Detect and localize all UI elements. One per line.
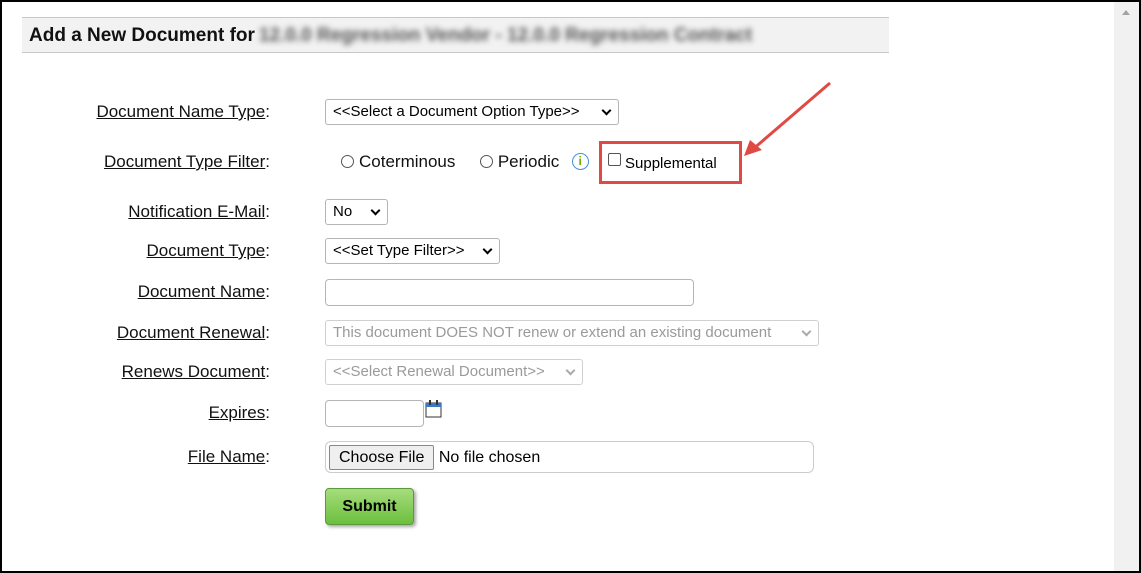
select-value: This document DOES NOT renew or extend a… xyxy=(333,324,772,341)
label-notification: Notification E-Mail xyxy=(128,202,266,221)
label-renewal: Document Renewal xyxy=(116,323,266,342)
row-expires: Expires: xyxy=(0,400,1100,427)
choose-file-button[interactable]: Choose File xyxy=(329,445,435,470)
info-icon[interactable]: i xyxy=(571,153,589,170)
type-filter-options: Coterminous Periodic i xyxy=(341,149,589,176)
notification-select[interactable]: No xyxy=(325,199,388,225)
row-renews: Renews Document: <<Select Renewal Docume… xyxy=(0,359,1100,385)
chevron-down-icon xyxy=(601,105,612,116)
label-file: File Name xyxy=(187,447,266,466)
page-header: Add a New Document for 12.0.0 Regression … xyxy=(22,17,889,53)
file-input[interactable]: Choose File No file chosen xyxy=(325,441,814,473)
row-submit: Submit xyxy=(0,488,1100,525)
chevron-down-icon xyxy=(482,244,493,255)
scroll-up-icon[interactable] xyxy=(1122,10,1130,15)
label-doc-type: Document Type xyxy=(146,241,266,260)
radio-icon[interactable] xyxy=(341,155,354,168)
doc-name-type-select[interactable]: <<Select a Document Option Type>> xyxy=(325,99,619,125)
submit-button[interactable]: Submit xyxy=(325,488,414,525)
chevron-down-icon xyxy=(370,205,381,216)
doc-name-input[interactable] xyxy=(325,279,694,306)
file-status: No file chosen xyxy=(438,449,541,466)
radio-coterminous[interactable]: Coterminous xyxy=(341,152,455,171)
highlight-box xyxy=(599,141,742,184)
option-label: Periodic xyxy=(497,152,560,171)
page-title: Add a New Document for xyxy=(29,25,255,46)
label-doc-name-type: Document Name Type xyxy=(96,102,266,121)
expires-input[interactable] xyxy=(325,400,424,427)
select-value: <<Select a Document Option Type>> xyxy=(333,103,580,120)
row-doc-name: Document Name: xyxy=(0,279,1100,306)
doc-type-select[interactable]: <<Set Type Filter>> xyxy=(325,238,500,264)
label-doc-name: Document Name xyxy=(137,282,266,301)
select-value: No xyxy=(333,203,353,220)
chevron-down-icon xyxy=(801,326,812,337)
option-label: Coterminous xyxy=(359,152,456,171)
row-type-filter: Document Type Filter: Coterminous Period… xyxy=(0,149,1100,175)
calendar-icon[interactable] xyxy=(425,400,442,418)
radio-periodic[interactable]: Periodic xyxy=(479,152,560,171)
label-renews: Renews Document xyxy=(121,362,266,381)
annotation-arrow-icon xyxy=(744,81,831,156)
scrollbar[interactable] xyxy=(1114,2,1139,571)
row-renewal: Document Renewal: This document DOES NOT… xyxy=(0,320,1100,346)
row-notification: Notification E-Mail: No xyxy=(0,199,1100,225)
select-value: <<Set Type Filter>> xyxy=(333,242,465,259)
renews-select[interactable]: <<Select Renewal Document>> xyxy=(325,359,583,385)
row-doc-type: Document Type: <<Set Type Filter>> xyxy=(0,238,1100,264)
label-expires: Expires xyxy=(208,403,266,422)
chevron-down-icon xyxy=(565,365,576,376)
renewal-select[interactable]: This document DOES NOT renew or extend a… xyxy=(325,320,819,346)
row-doc-name-type: Document Name Type: <<Select a Document … xyxy=(0,99,1100,125)
row-file: File Name: Choose File No file chosen xyxy=(0,441,1100,473)
label-type-filter: Document Type Filter xyxy=(104,152,266,171)
contract-name-redacted: 12.0.0 Regression Vendor - 12.0.0 Regres… xyxy=(258,25,753,46)
radio-icon[interactable] xyxy=(479,155,493,168)
select-value: <<Select Renewal Document>> xyxy=(333,363,545,380)
